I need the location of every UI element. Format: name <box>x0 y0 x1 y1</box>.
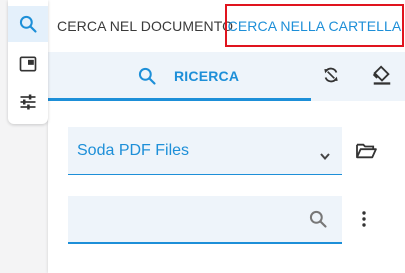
search-content: Soda PDF Files <box>48 101 405 273</box>
eraser-icon <box>371 64 393 91</box>
search-panel: CERCA NEL DOCUMENTO CERCA NELLA CARTELLA… <box>48 0 405 273</box>
tab-search-document[interactable]: CERCA NEL DOCUMENTO <box>57 0 233 52</box>
refresh-icon <box>321 65 341 90</box>
panel-icon <box>18 54 38 74</box>
search-icon <box>137 66 157 91</box>
settings-tool-button[interactable] <box>8 84 48 120</box>
top-tabs: CERCA NEL DOCUMENTO CERCA NELLA CARTELLA <box>48 0 405 52</box>
tab-ricerca[interactable]: RICERCA <box>48 52 311 101</box>
app-root: CERCA NEL DOCUMENTO CERCA NELLA CARTELLA… <box>0 0 405 273</box>
folder-select-value: Soda PDF Files <box>77 142 190 159</box>
search-icon[interactable] <box>308 209 328 234</box>
sub-toolbar: RICERCA <box>48 52 405 101</box>
folder-select[interactable]: Soda PDF Files <box>68 127 342 175</box>
search-input[interactable] <box>76 206 296 232</box>
chevron-down-icon <box>320 147 330 165</box>
more-vert-icon <box>361 211 367 231</box>
search-icon <box>18 14 38 34</box>
tab-ricerca-label: RICERCA <box>174 68 240 84</box>
folder-open-icon <box>355 143 377 164</box>
refresh-button[interactable] <box>319 65 343 89</box>
browse-folder-button[interactable] <box>355 142 377 165</box>
left-toolbar <box>8 0 48 124</box>
panel-tool-button[interactable] <box>8 46 48 82</box>
tab-search-folder[interactable]: CERCA NELLA CARTELLA <box>225 4 404 47</box>
more-options-button[interactable] <box>361 211 367 232</box>
sliders-icon <box>18 92 38 112</box>
search-tool-button[interactable] <box>8 6 48 42</box>
search-field[interactable] <box>68 196 342 244</box>
clear-button[interactable] <box>370 64 394 91</box>
